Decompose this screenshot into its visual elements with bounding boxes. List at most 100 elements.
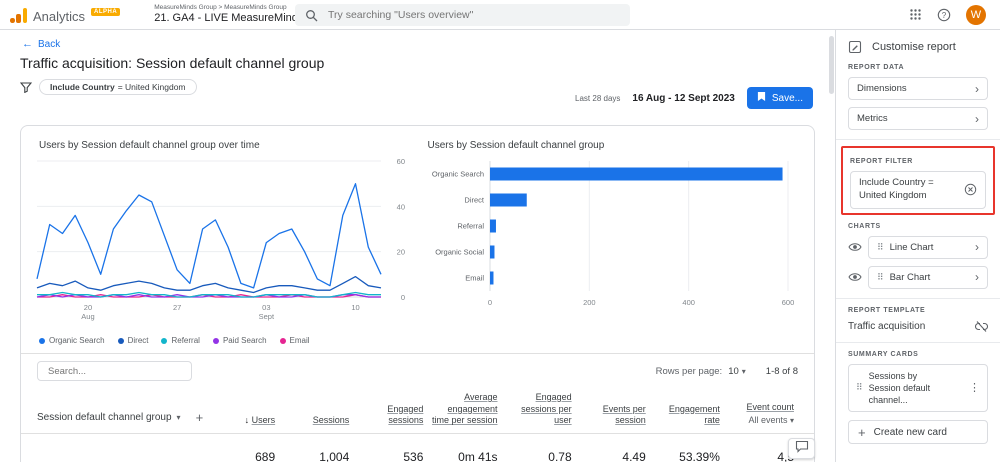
page-title: Traffic acquisition: Session default cha… [20,55,325,71]
line-chart[interactable]: 020406020Aug27 03Sept10 [31,153,409,329]
legend-item[interactable]: Email [279,336,310,345]
column-header-engagement-rate[interactable]: Engagement rate [650,404,724,427]
avatar[interactable]: W [966,4,986,25]
dimension-column-header[interactable]: Session default channel group ▾ + [37,410,205,427]
total-engaged-sessions-per-user: 0.78Avg 0% [548,450,572,462]
visibility-eye-icon[interactable] [848,242,862,252]
metrics-item[interactable]: Metrics › [848,107,988,130]
global-search[interactable] [295,4,630,26]
svg-text:40: 40 [397,202,405,211]
total-sessions: 1,004100% of total [319,450,350,462]
chevron-right-icon: › [975,111,979,126]
filter-chip[interactable]: Include Country = United Kingdom [39,79,197,95]
svg-text:Organic Search: Organic Search [431,170,483,179]
bar-chart[interactable]: 0 200 400 600 Organic Search Direct Referral Or… [420,153,798,329]
report-template-item: Traffic acquisition [848,320,988,333]
summary-cards-section-label: Summary cards [848,350,919,358]
svg-text:200: 200 [583,298,596,307]
plus-icon: + [858,424,866,440]
drag-handle-icon[interactable]: ⠿ [856,382,863,393]
svg-text:0: 0 [401,293,405,302]
total-engaged-sessions: 536100% of total [403,450,424,462]
svg-text:?: ? [942,11,947,20]
search-input[interactable] [326,8,620,22]
remove-filter-icon[interactable] [964,183,977,196]
report-main-area: ← Back Traffic acquisition: Session defa… [0,30,835,462]
add-dimension-button[interactable]: + [196,410,204,425]
legend-dot [39,337,45,344]
google-analytics-logo-icon [10,7,27,23]
scrollbar[interactable] [829,36,834,94]
table-search[interactable] [37,361,192,381]
feedback-button[interactable] [788,438,815,459]
svg-text:Referral: Referral [457,222,484,231]
table-totals-row: 689100% of total 1,004100% of total 5361… [21,434,814,462]
chevron-right-icon: › [975,240,979,255]
total-event-count: 4,5100% of tot [777,450,794,462]
chevron-down-icon: ▾ [789,416,794,426]
event-type-selector[interactable]: All events ▾ [728,415,794,427]
date-preset-label: Last 28 days [575,93,621,103]
svg-text:Aug: Aug [81,312,94,321]
column-header-sessions[interactable]: Sessions [279,415,353,427]
rows-per-page-label: Rows per page: [655,365,723,377]
analytics-logo[interactable]: Analytics ALPHA [10,6,121,24]
charts-section-label: Charts [848,222,881,230]
filter-funnel-icon[interactable] [20,81,32,93]
drag-handle-icon[interactable]: ⠿ [877,242,884,253]
column-header-event-count[interactable]: Event count All events ▾ [724,402,798,427]
column-header-engaged-sessions-per-user[interactable]: Engaged sessions per user [502,392,576,427]
column-header-users[interactable]: ↓ Users [205,415,279,427]
unlink-icon[interactable] [975,320,988,333]
column-header-avg-engagement-time[interactable]: Average engagement time per session [427,392,501,427]
bar-chart-panel: Users by Session default channel group 0… [420,134,809,334]
total-events-per-session: 4.49Avg 0% [622,450,646,462]
bar-chart-item[interactable]: ⠿ Bar Chart › [868,265,988,289]
chevron-right-icon: › [975,81,979,96]
legend-item[interactable]: Direct [117,336,148,345]
svg-text:10: 10 [351,303,359,312]
legend-item[interactable]: Referral [161,336,200,345]
svg-text:Organic Social: Organic Social [435,248,484,257]
search-icon [305,9,318,22]
total-avg-engagement-time: 0m 41sAvg 0% [458,450,498,462]
svg-text:20: 20 [397,248,405,257]
save-button[interactable]: Save... [746,87,813,109]
summary-card-item[interactable]: ⠿ Sessions by Session default channel...… [848,363,988,413]
line-chart-title: Users by Session default channel group o… [39,140,260,151]
legend-item[interactable]: Organic Search [39,336,105,345]
dimensions-item[interactable]: Dimensions › [848,77,988,100]
table-search-input[interactable] [46,364,183,378]
rows-per-page-select[interactable]: 10 ▾ [728,366,746,377]
bookmark-icon [757,91,766,105]
column-header-engaged-sessions[interactable]: Engaged sessions [353,404,427,427]
line-chart-item[interactable]: ⠿ Line Chart › [868,235,988,259]
svg-text:20: 20 [84,303,92,312]
svg-text:600: 600 [781,298,794,307]
total-engagement-rate: 53.39%Avg 0% [679,450,720,462]
sort-desc-icon: ↓ [244,415,250,426]
legend-item[interactable]: Paid Search [212,336,267,345]
visibility-eye-icon[interactable] [848,272,862,282]
apps-grid-icon[interactable] [909,8,922,21]
customise-report-panel: Customise report Report data Dimensions … [835,30,1000,462]
back-link[interactable]: ← Back [22,38,60,50]
top-app-bar: Analytics ALPHA MeasureMinds Group > Mea… [0,0,1000,30]
more-options-icon[interactable]: ⋮ [969,381,980,394]
panel-title: Customise report [872,41,956,53]
drag-handle-icon[interactable]: ⠿ [877,272,884,283]
legend-dot [279,337,286,344]
report-filter-section-label: Report filter [850,158,913,165]
date-range-picker[interactable]: 16 Aug - 12 Sept 2023 [632,93,734,104]
create-new-card-button[interactable]: + Create new card [848,420,988,445]
column-header-events-per-session[interactable]: Events per session [576,404,650,427]
table-header-row: Session default channel group ▾ + ↓ User… [21,388,814,435]
legend-dot [117,337,124,344]
svg-text:400: 400 [682,298,695,307]
help-icon[interactable]: ? [937,8,951,22]
svg-text:Direct: Direct [464,196,485,205]
property-name: 21. GA4 - LIVE MeasureMind... [154,11,308,24]
chart-legend: Organic Search Direct Referral Paid Search E… [21,334,814,353]
report-filter-item[interactable]: Include Country = United Kingdom [850,171,986,209]
svg-text:0: 0 [487,298,491,307]
